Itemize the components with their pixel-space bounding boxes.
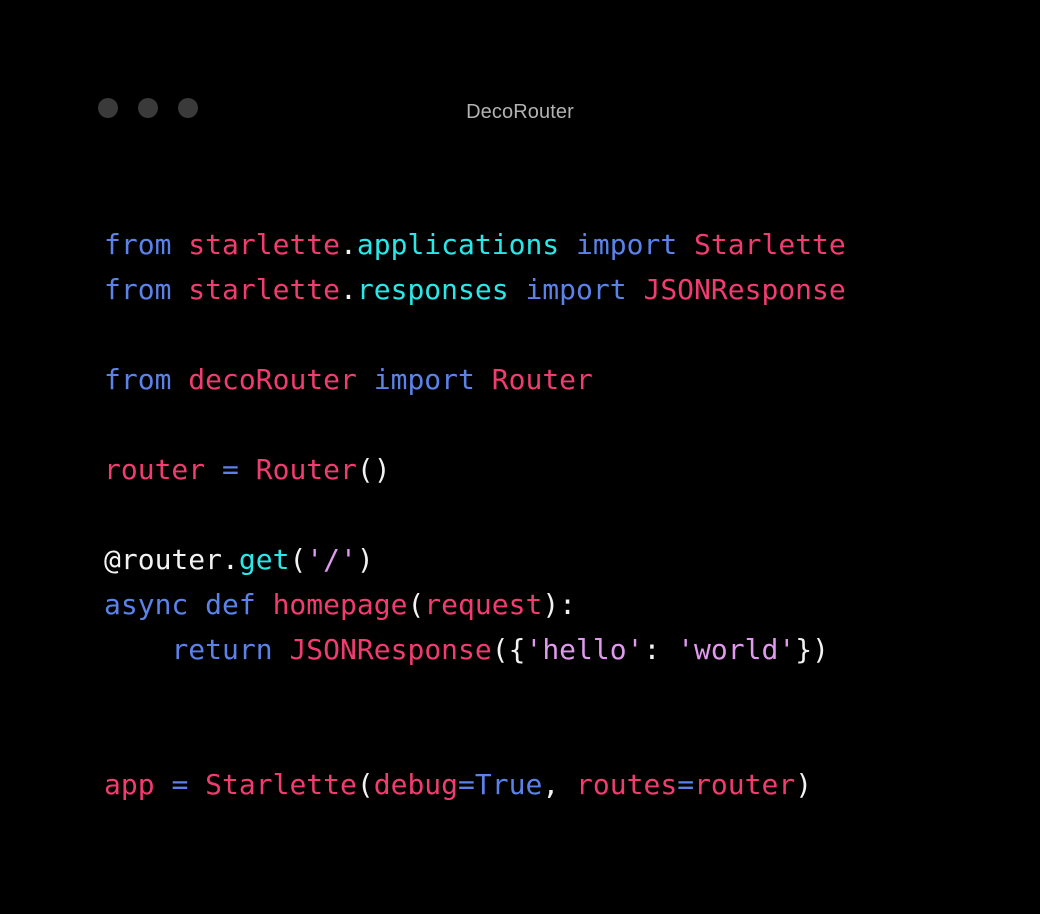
- code-block: from starlette.applications import Starl…: [104, 222, 846, 807]
- code-token: .: [340, 228, 357, 261]
- code-token: .: [340, 273, 357, 306]
- code-token: JSONResponse: [289, 633, 492, 666]
- code-token: ,: [542, 768, 577, 801]
- code-token: Router: [491, 363, 593, 396]
- code-token: Starlette: [205, 768, 357, 801]
- code-line: return JSONResponse({'hello': 'world'}): [104, 627, 846, 672]
- code-token: =: [222, 453, 239, 486]
- code-snippet-window: DecoRouter from starlette.applications i…: [0, 0, 1040, 914]
- code-token: async def: [104, 588, 256, 621]
- code-token: Router: [255, 453, 357, 486]
- window-title: DecoRouter: [466, 101, 574, 123]
- code-line: async def homepage(request):: [104, 582, 846, 627]
- code-token: router: [694, 768, 796, 801]
- code-line: router = Router(): [104, 447, 846, 492]
- code-token: '/': [306, 543, 357, 576]
- code-token: }): [795, 633, 829, 666]
- code-token: from: [104, 228, 172, 261]
- code-token: routes: [576, 768, 678, 801]
- code-token: (): [356, 453, 391, 486]
- code-token: app: [104, 768, 155, 801]
- code-token: applications: [356, 228, 560, 261]
- code-token: from: [104, 363, 172, 396]
- code-token: True: [474, 768, 543, 801]
- code-line: from decoRouter import Router: [104, 357, 846, 402]
- code-token: =: [458, 768, 475, 801]
- code-line: app = Starlette(debug=True, routes=route…: [104, 762, 846, 807]
- code-token: ): [356, 543, 374, 576]
- code-token: 'world': [677, 633, 796, 666]
- code-token: request: [424, 588, 543, 621]
- code-token: :: [643, 633, 678, 666]
- code-token: homepage: [272, 588, 408, 621]
- code-token: starlette: [188, 228, 341, 261]
- code-line: @router.get('/'): [104, 537, 846, 582]
- code-token: debug: [373, 768, 459, 801]
- code-token: return: [171, 633, 273, 666]
- code-token: ):: [542, 588, 577, 621]
- code-token: import: [373, 363, 475, 396]
- code-token: get: [238, 543, 290, 576]
- code-token: import: [525, 273, 627, 306]
- code-token: @router.: [104, 543, 239, 576]
- code-token: ({: [491, 633, 526, 666]
- code-token: (: [356, 768, 374, 801]
- code-token: =: [677, 768, 695, 801]
- code-token: responses: [356, 273, 509, 306]
- code-token: 'hello': [525, 633, 644, 666]
- code-token: from: [104, 273, 172, 306]
- code-token: ): [795, 768, 813, 801]
- code-line: from starlette.responses import JSONResp…: [104, 267, 846, 312]
- code-token: JSONResponse: [643, 273, 846, 306]
- window-titlebar: DecoRouter: [0, 0, 1040, 190]
- code-token: =: [171, 768, 189, 801]
- code-token: (: [407, 588, 425, 621]
- code-line: from starlette.applications import Starl…: [104, 222, 846, 267]
- code-token: starlette: [188, 273, 341, 306]
- code-token: decoRouter: [188, 363, 357, 396]
- code-token: import: [576, 228, 678, 261]
- code-token: router: [104, 453, 206, 486]
- code-token: (: [289, 543, 307, 576]
- code-token: Starlette: [694, 228, 846, 261]
